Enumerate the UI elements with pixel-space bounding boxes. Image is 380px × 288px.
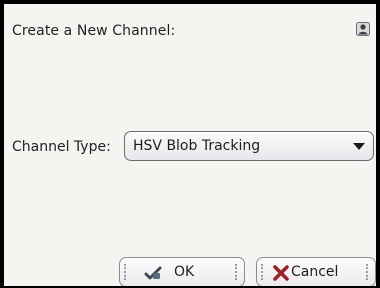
button-border-decoration: [261, 264, 266, 280]
channel-dialog: Create a New Channel: Channel Type: HSV …: [4, 4, 376, 286]
channel-type-label: Channel Type:: [12, 139, 111, 155]
chevron-down-icon: [353, 143, 365, 150]
button-border-decoration: [366, 264, 371, 280]
cancel-button[interactable]: Cancel: [256, 257, 376, 286]
button-border-decoration: [235, 264, 240, 280]
cancel-x-icon: [273, 265, 289, 281]
button-border-decoration: [124, 264, 129, 280]
dialog-title: Create a New Channel:: [12, 23, 176, 39]
user-icon: [356, 22, 370, 36]
cancel-label: Cancel: [291, 264, 339, 280]
channel-type-value: HSV Blob Tracking: [133, 138, 261, 154]
ok-label: OK: [174, 264, 195, 280]
ok-button[interactable]: OK: [119, 257, 245, 286]
channel-type-dropdown[interactable]: HSV Blob Tracking: [124, 131, 374, 161]
ok-check-icon: [144, 266, 162, 280]
